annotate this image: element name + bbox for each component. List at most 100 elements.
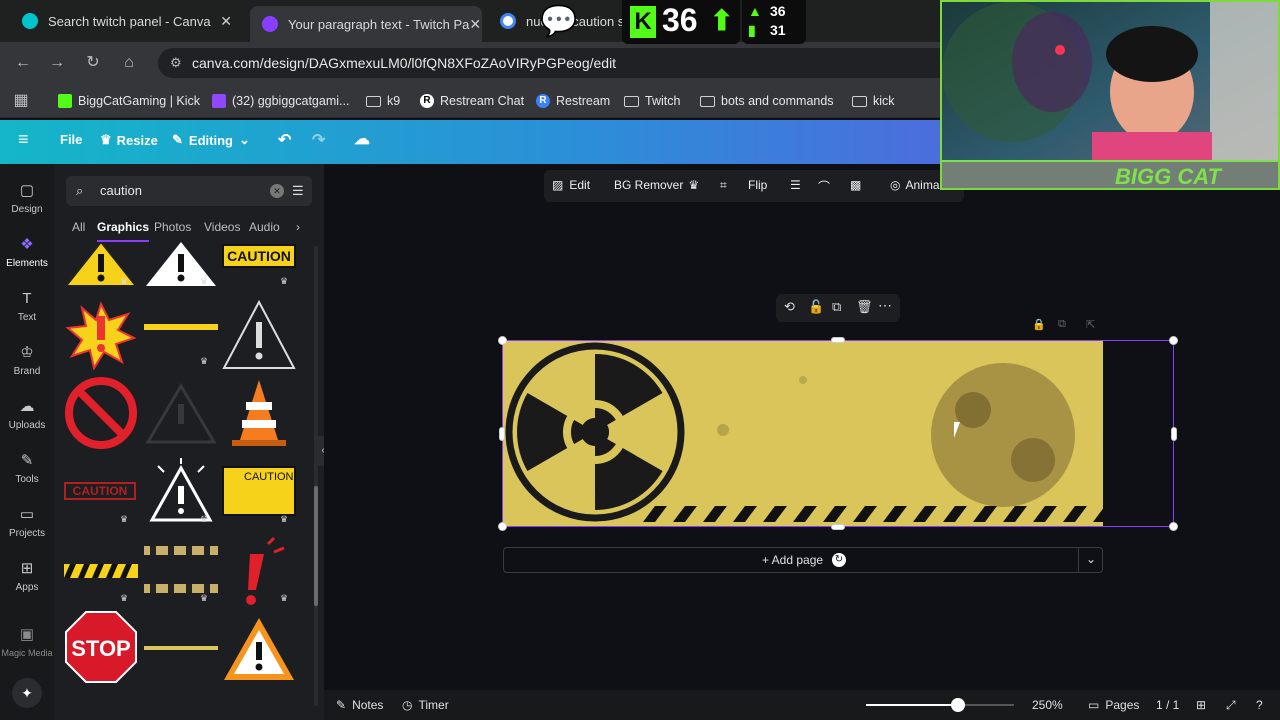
chevron-right-icon[interactable]: › <box>296 220 300 234</box>
tab-videos[interactable]: Videos <box>204 220 240 234</box>
resize-handle[interactable] <box>831 337 845 343</box>
resize-handle[interactable] <box>498 522 507 531</box>
lock-icon[interactable]: 🔓 <box>808 299 824 315</box>
resize-handle[interactable] <box>499 427 505 441</box>
graphic-caution-label-yellow[interactable]: CAUTION <box>222 466 296 540</box>
graphic-caution-tape-double[interactable] <box>144 544 218 618</box>
tab-all[interactable]: All <box>72 220 85 234</box>
fullscreen-icon[interactable]: ⤢ <box>1226 698 1236 713</box>
flip-button[interactable]: Flip <box>748 178 767 192</box>
transparency-icon[interactable]: ▩ <box>850 178 861 192</box>
bookmark-restream[interactable]: R Restream <box>536 92 610 110</box>
twitch-logo-icon: 💬 <box>540 5 578 38</box>
graphic-traffic-cone[interactable] <box>222 376 296 450</box>
rail-projects[interactable]: ▭ Projects <box>0 506 54 539</box>
clear-search-icon[interactable]: ✕ <box>270 184 284 198</box>
chevron-down-icon[interactable]: ⌄ <box>1086 552 1096 566</box>
zoom-level[interactable]: 250% <box>1032 698 1063 712</box>
bookmark-twitch-channel[interactable]: (32) ggbiggcatgami... <box>212 92 349 110</box>
filter-icon[interactable]: ☰ <box>292 176 304 206</box>
webcam-image: BIGG CAT <box>942 2 1278 188</box>
notes-button[interactable]: ✎ Notes <box>336 698 383 712</box>
cloud-sync-icon[interactable]: ☁ <box>354 129 370 149</box>
hamburger-menu-icon[interactable]: ≡ <box>18 129 29 150</box>
close-icon[interactable]: ✕ <box>220 13 232 30</box>
graphic-stop-sign[interactable]: STOP <box>64 610 138 684</box>
undo-icon[interactable]: ↶ <box>278 130 291 150</box>
more-options-icon[interactable]: ⋯ <box>878 297 892 314</box>
apps-grid-icon[interactable]: ▦ <box>10 90 32 112</box>
bookmark-kick[interactable]: BiggCatGaming | Kick <box>58 92 200 110</box>
reload-icon[interactable]: ↻ <box>82 52 104 74</box>
resize-handle[interactable] <box>498 336 507 345</box>
page-lock-icon[interactable]: 🔒 <box>1032 318 1046 331</box>
graphic-caution-tape-thin-2[interactable] <box>144 646 218 720</box>
rail-apps[interactable]: ⊞ Apps <box>0 560 54 593</box>
bookmark-folder-twitch[interactable]: Twitch <box>624 92 680 110</box>
help-icon[interactable]: ? <box>1256 698 1263 712</box>
resize-button[interactable]: ♛ Resize <box>100 132 158 148</box>
tab-twitch-panel[interactable]: Your paragraph text - Twitch Pa ✕ <box>250 6 482 42</box>
close-icon[interactable]: ✕ <box>469 16 481 33</box>
back-icon[interactable]: ← <box>12 52 34 74</box>
rail-brand[interactable]: ♔ Brand <box>0 344 54 377</box>
forward-icon[interactable]: → <box>46 52 68 74</box>
rail-elements[interactable]: ❖ Elements <box>0 236 54 269</box>
page-duplicate-icon[interactable]: ⧉ <box>1058 318 1066 331</box>
edit-image-button[interactable]: ▨ Edit <box>552 178 590 192</box>
resize-handle[interactable] <box>1169 336 1178 345</box>
graphic-explosion-exclamation[interactable] <box>64 298 138 372</box>
rail-text[interactable]: T Text <box>0 290 54 323</box>
crop-icon[interactable]: ⌗ <box>720 178 727 193</box>
tab-canva-search[interactable]: Search twitch panel - Canva ✕ <box>10 6 244 36</box>
rail-uploads[interactable]: ☁ Uploads <box>0 398 54 431</box>
graphic-warning-triangle-faded[interactable] <box>144 376 218 450</box>
editing-mode-button[interactable]: ✎ Editing ⌄ <box>172 132 250 148</box>
graphic-warning-triangle-orange[interactable] <box>222 614 296 688</box>
site-info-icon[interactable]: ⚙ <box>170 48 182 78</box>
zoom-label: 250% <box>1032 698 1063 712</box>
zoom-slider-knob[interactable] <box>950 698 965 712</box>
position-lines-icon[interactable]: ☰ <box>790 178 801 192</box>
rotate-refresh-icon[interactable]: ⟲ <box>784 299 795 315</box>
rail-design[interactable]: ▢ Design <box>0 182 54 215</box>
selection-box[interactable] <box>498 336 1178 531</box>
duplicate-icon[interactable]: ⧉ <box>832 299 841 315</box>
zoom-slider[interactable] <box>866 698 1014 712</box>
pages-button[interactable]: ▭ Pages <box>1088 698 1139 712</box>
tab-audio[interactable]: Audio <box>249 220 280 234</box>
resize-handle[interactable] <box>1169 522 1178 531</box>
url-text: canva.com/design/DAGxmexuLM0/l0fQN8XFoZA… <box>192 55 617 71</box>
search-input[interactable]: ⌕ caution ✕ ☰ <box>66 176 312 206</box>
magic-sparkle-icon[interactable]: ✦ <box>12 678 42 708</box>
redo-icon[interactable]: ↷ <box>312 130 325 150</box>
grid-view-icon[interactable]: ⊞ <box>1196 698 1206 712</box>
add-page-button[interactable]: + Add page ↻ ⌄ <box>503 547 1103 573</box>
panel-scrollbar[interactable] <box>314 246 318 706</box>
animate-button[interactable]: ◎ Anima <box>890 178 940 192</box>
graphic-prohibited-sign[interactable] <box>64 376 138 450</box>
url-field[interactable]: ⚙ canva.com/design/DAGxmexuLM0/l0fQN8XFo… <box>158 48 958 78</box>
search-icon: ⌕ <box>76 183 84 198</box>
bg-remover-button[interactable]: BG Remover ♛ <box>614 178 699 192</box>
resize-handle[interactable] <box>831 524 845 530</box>
bookmark-folder-bots[interactable]: bots and commands <box>700 92 834 110</box>
bookmark-restream-chat[interactable]: R Restream Chat <box>420 92 524 110</box>
rail-magic-media[interactable]: ▣ Magic Media <box>0 626 54 658</box>
corner-rounding-icon[interactable]: ⌒ <box>818 178 830 195</box>
delete-icon[interactable]: 🗑 <box>856 299 873 315</box>
file-menu-button[interactable]: File <box>60 132 82 147</box>
tab-photos[interactable]: Photos <box>154 220 191 234</box>
rail-tools[interactable]: ✎ Tools <box>0 452 54 485</box>
premium-crown-icon: ♛ <box>280 276 289 286</box>
tab-graphics[interactable]: Graphics <box>97 220 149 234</box>
graphic-warning-triangle-black[interactable] <box>222 298 296 372</box>
bookmark-folder-k9[interactable]: k9 <box>366 92 400 110</box>
element-floating-toolbar: ⟲ 🔓 ⧉ 🗑 ⋯ <box>776 294 900 322</box>
bookmark-folder-kick[interactable]: kick <box>852 92 895 110</box>
timer-button[interactable]: ◷ Timer <box>402 698 449 712</box>
resize-handle[interactable] <box>1171 427 1177 441</box>
uploads-icon: ☁ <box>19 398 35 415</box>
page-add-icon[interactable]: ⇱ <box>1086 318 1095 331</box>
home-icon[interactable]: ⌂ <box>118 52 140 74</box>
